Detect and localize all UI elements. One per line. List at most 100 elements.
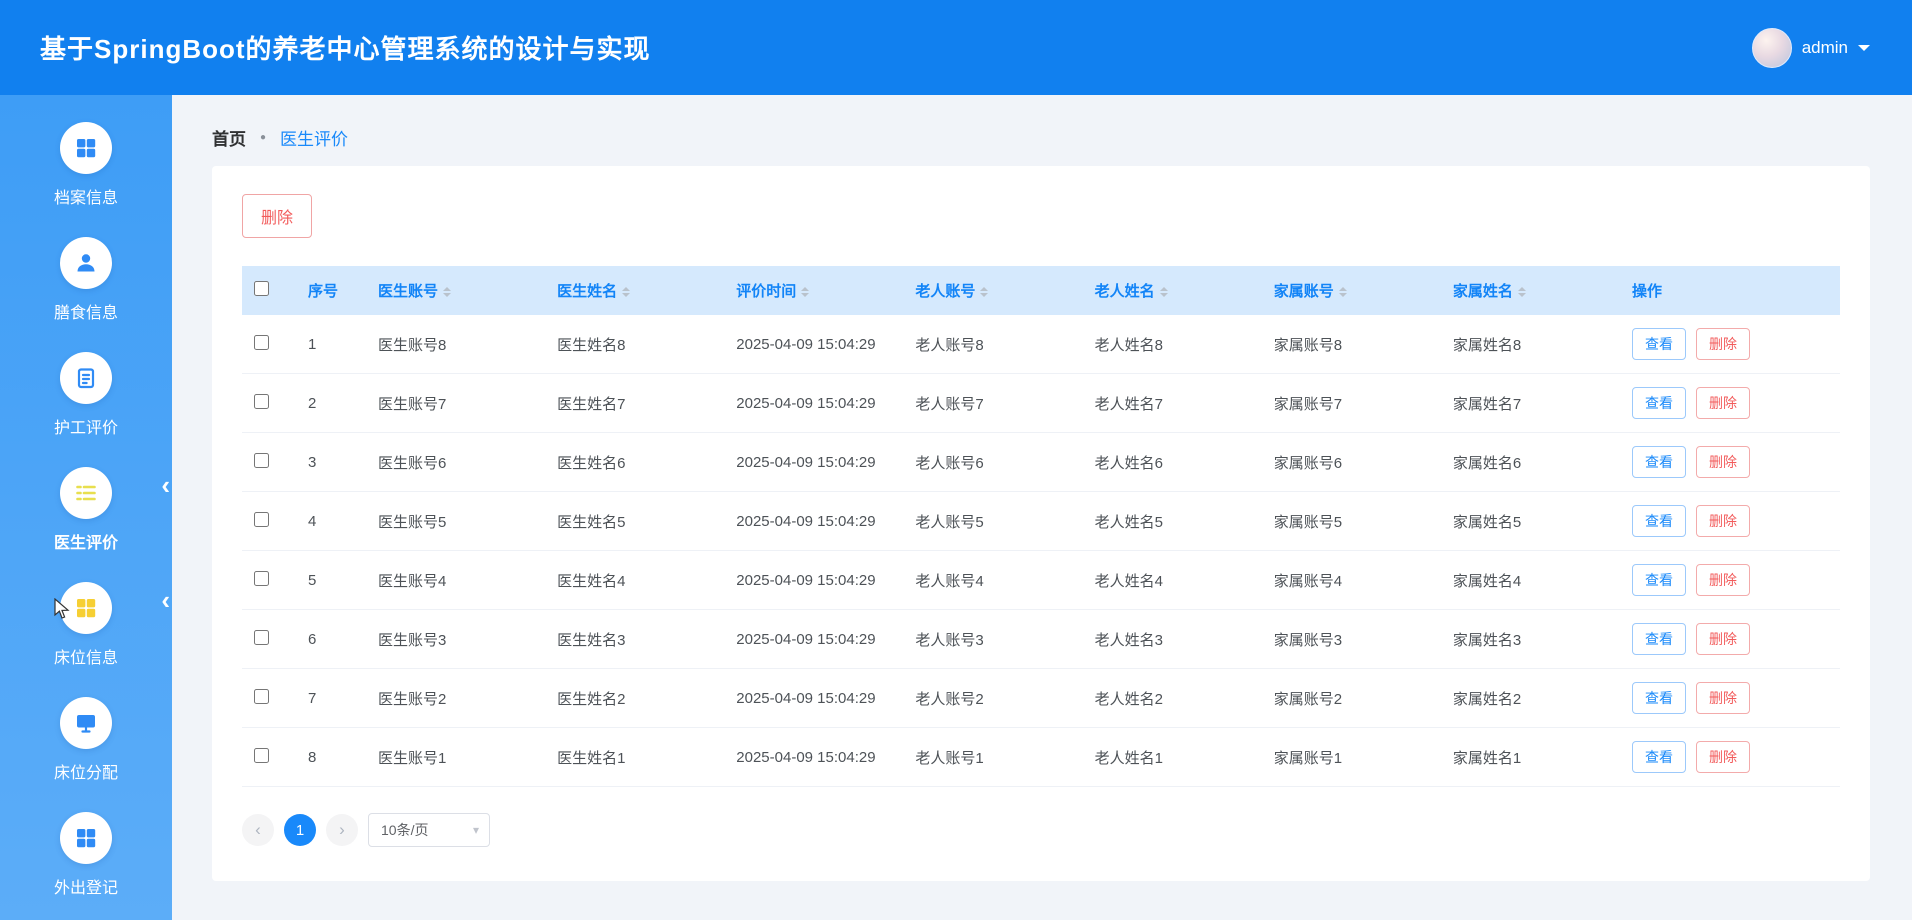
sort-icon <box>980 283 989 301</box>
view-button[interactable]: 查看 <box>1632 564 1686 597</box>
delete-button[interactable]: 删除 <box>1696 741 1750 774</box>
column-label: 老人姓名 <box>1094 283 1155 300</box>
cell-doctor-account: 医生账号3 <box>366 609 546 670</box>
table-header: 序号 医生账号 医生姓名 评价时间 老人账号 老人姓名 家属账号 家属姓名 操作 <box>242 266 1840 316</box>
breadcrumb-home[interactable]: 首页 <box>212 125 246 150</box>
cell-doctor-account: 医生账号2 <box>366 668 546 729</box>
clipboard-icon <box>74 366 98 390</box>
view-button[interactable]: 查看 <box>1632 446 1686 479</box>
page: { "header": { "title": "基于SpringBoot的养老中… <box>0 0 1912 920</box>
delete-button[interactable]: 删除 <box>1696 505 1750 538</box>
row-checkbox[interactable] <box>254 334 269 350</box>
cell-doctor-name: 医生姓名3 <box>545 609 725 670</box>
row-checkbox[interactable] <box>254 452 269 468</box>
view-button[interactable]: 查看 <box>1632 328 1686 361</box>
next-page-button[interactable]: › <box>326 814 358 847</box>
table-header-cell[interactable]: 家属账号 <box>1261 266 1441 316</box>
table-header-cell[interactable]: 评价时间 <box>724 266 904 316</box>
view-button[interactable]: 查看 <box>1632 505 1686 538</box>
row-checkbox[interactable] <box>254 393 269 409</box>
prev-page-button[interactable]: ‹ <box>242 814 274 847</box>
user-menu[interactable]: admin <box>1751 27 1870 68</box>
view-button[interactable]: 查看 <box>1632 623 1686 656</box>
sidebar-item-5[interactable]: 床位信息 <box>0 569 172 684</box>
table-row: 5 医生账号4 医生姓名4 2025-04-09 15:04:29 老人账号4 … <box>242 550 1840 611</box>
row-checkbox[interactable] <box>254 570 269 586</box>
table-row: 1 医生账号8 医生姓名8 2025-04-09 15:04:29 老人账号8 … <box>242 315 1840 375</box>
cell-time: 2025-04-09 15:04:29 <box>724 373 904 434</box>
column-label: 医生账号 <box>378 283 439 300</box>
chevron-down-icon: ▾ <box>472 823 479 838</box>
sidebar-item-label: 床位分配 <box>53 765 118 782</box>
cell-family-account: 家属账号8 <box>1261 315 1441 375</box>
sidebar-item-label: 外出登记 <box>53 880 118 897</box>
sidebar-item-8[interactable] <box>0 914 172 920</box>
cell-elder-name: 老人姓名3 <box>1082 609 1262 670</box>
column-label: 操作 <box>1632 283 1663 301</box>
sidebar: 档案信息 膳食信息 护工评价 医生评价 床位信息 床位分配 外出 <box>0 95 172 920</box>
cell-doctor-account: 医生账号6 <box>366 432 546 493</box>
row-checkbox[interactable] <box>254 511 269 527</box>
delete-button[interactable]: 删除 <box>1696 682 1750 715</box>
cell-elder-account: 老人账号3 <box>903 609 1083 670</box>
cell-no: 1 <box>296 315 366 375</box>
row-select-cell <box>242 727 296 788</box>
cell-doctor-account: 医生账号5 <box>366 491 546 552</box>
cell-family-name: 家属姓名3 <box>1440 609 1620 670</box>
cell-doctor-account: 医生账号1 <box>366 727 546 788</box>
table-header-cell[interactable]: 医生账号 <box>366 266 546 316</box>
table-header-cell[interactable]: 老人账号 <box>903 266 1083 316</box>
view-button[interactable]: 查看 <box>1632 682 1686 715</box>
monitor-icon <box>74 711 98 735</box>
delete-button[interactable]: 删除 <box>1696 387 1750 420</box>
table-header-cell[interactable]: 老人姓名 <box>1082 266 1262 316</box>
content-card: 删除 序号 医生账号 医生姓名 评价时间 老人账号 老人姓名 家属账号 家属姓名… <box>212 166 1870 882</box>
delete-button[interactable]: 删除 <box>1696 328 1750 361</box>
menu-icon-circle <box>60 352 112 404</box>
cell-doctor-name: 医生姓名1 <box>545 727 725 788</box>
cell-elder-name: 老人姓名8 <box>1082 315 1262 375</box>
row-checkbox[interactable] <box>254 747 269 763</box>
cell-elder-name: 老人姓名7 <box>1082 373 1262 434</box>
sort-icon <box>443 283 452 301</box>
cell-elder-account: 老人账号2 <box>903 668 1083 729</box>
sidebar-item-3[interactable]: 护工评价 <box>0 339 172 454</box>
cell-actions: 查看 删除 <box>1620 668 1840 729</box>
cell-doctor-name: 医生姓名6 <box>545 432 725 493</box>
cell-actions: 查看 删除 <box>1620 550 1840 611</box>
cell-time: 2025-04-09 15:04:29 <box>724 668 904 729</box>
sidebar-item-6[interactable]: 床位分配 <box>0 684 172 799</box>
column-label: 序号 <box>308 283 339 301</box>
cell-time: 2025-04-09 15:04:29 <box>724 315 904 375</box>
view-button[interactable]: 查看 <box>1632 387 1686 420</box>
row-checkbox[interactable] <box>254 688 269 704</box>
table-header-cell[interactable]: 医生姓名 <box>545 266 725 316</box>
sidebar-item-4[interactable]: 医生评价 <box>0 454 172 569</box>
cell-no: 6 <box>296 609 366 670</box>
sort-icon <box>622 283 631 301</box>
cell-family-account: 家属账号6 <box>1261 432 1441 493</box>
page-size-select[interactable]: 10条/页 ▾ <box>368 813 490 848</box>
sidebar-item-7[interactable]: 外出登记 <box>0 799 172 914</box>
avatar <box>1751 27 1792 68</box>
username: admin <box>1801 37 1848 57</box>
cell-time: 2025-04-09 15:04:29 <box>724 491 904 552</box>
sidebar-item-2[interactable]: 膳食信息 <box>0 224 172 339</box>
row-checkbox[interactable] <box>254 629 269 645</box>
view-button[interactable]: 查看 <box>1632 741 1686 774</box>
row-select-cell <box>242 609 296 670</box>
table-header-cell[interactable]: 家属姓名 <box>1440 266 1620 316</box>
delete-button[interactable]: 删除 <box>1696 564 1750 597</box>
page-number-button[interactable]: 1 <box>284 814 316 847</box>
delete-button[interactable]: 删除 <box>1696 623 1750 656</box>
delete-button[interactable]: 删除 <box>1696 446 1750 479</box>
sidebar-item-1[interactable]: 档案信息 <box>0 109 172 224</box>
select-all-checkbox[interactable] <box>254 281 269 297</box>
column-label: 评价时间 <box>736 283 797 300</box>
cell-elder-account: 老人账号4 <box>903 550 1083 611</box>
cell-doctor-name: 医生姓名4 <box>545 550 725 611</box>
page-size-value: 10条/页 <box>381 822 429 839</box>
bulk-delete-button[interactable]: 删除 <box>242 194 313 238</box>
cell-elder-account: 老人账号7 <box>903 373 1083 434</box>
table-header-cell: 操作 <box>1620 266 1840 316</box>
